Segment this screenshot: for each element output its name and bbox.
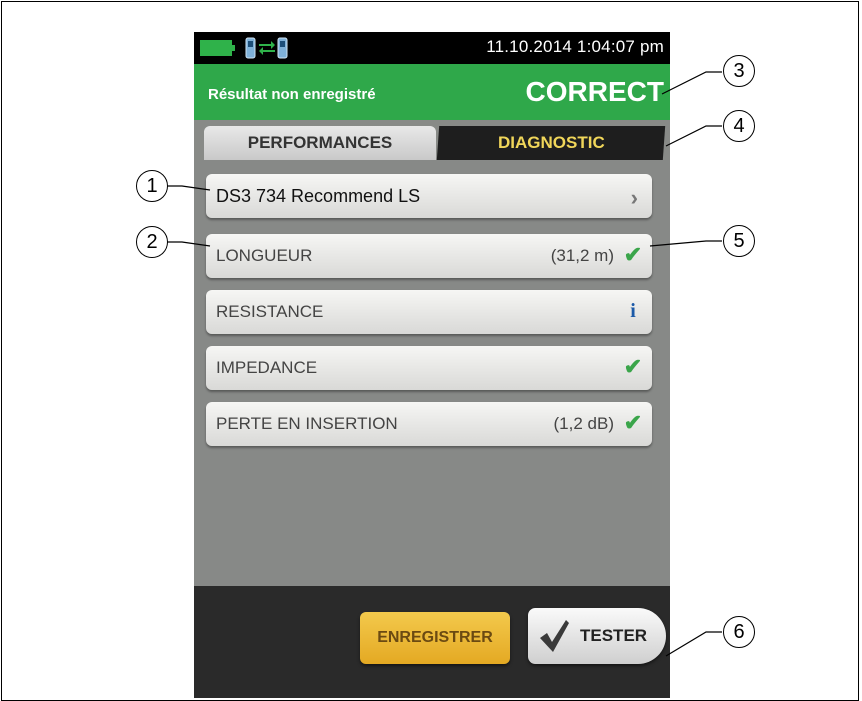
datetime: 11.10.2014 1:04:07 pm [486,37,664,56]
result-row-length[interactable]: LONGUEUR (31,2 m) ✔ [206,234,652,278]
result-row-insertion-loss[interactable]: PERTE EN INSERTION (1,2 dB) ✔ [206,402,652,446]
tab-diagnostic[interactable]: DIAGNOSTIC [436,126,666,160]
checkmark-icon [540,620,569,652]
battery-icon [200,40,232,56]
connection-icon [245,37,288,59]
result-header: Résultat non enregistré CORRECT [194,64,670,120]
tab-performances[interactable]: PERFORMANCES [204,126,436,160]
battery-tip [232,45,235,51]
pass-check-icon: ✔ [623,354,643,379]
test-limit-button[interactable]: DS3 734 Recommend LS › [206,174,652,218]
pass-check-icon: ✔ [623,410,643,435]
results-panel: DS3 734 Recommend LS › LONGUEUR (31,2 m)… [194,160,670,586]
test-button[interactable]: TESTER [528,608,666,664]
result-message: Résultat non enregistré [208,86,376,103]
callout-3: 3 [723,55,755,87]
result-label: LONGUEUR [216,246,313,265]
result-row-resistance[interactable]: RESISTANCE i [206,290,652,334]
tester-screen: 11.10.2014 1:04:07 pm Résultat non enreg… [194,32,670,698]
save-button[interactable]: ENREGISTRER [360,612,510,664]
info-icon: i [630,300,636,322]
result-label: IMPEDANCE [216,358,318,377]
test-limit-label: DS3 734 Recommend LS [216,186,421,206]
result-label: PERTE EN INSERTION [216,414,398,433]
overall-result-status: CORRECT [525,76,664,107]
result-value: (1,2 dB) [553,414,614,433]
pass-check-icon: ✔ [623,242,643,267]
callout-2: 2 [136,226,168,258]
chevron-right-icon: › [630,185,638,210]
status-bar: 11.10.2014 1:04:07 pm [194,32,670,64]
result-row-impedance[interactable]: IMPEDANCE ✔ [206,346,652,390]
bottom-action-bar: ENREGISTRER TESTER [194,586,670,698]
callout-6: 6 [723,616,755,648]
callout-1: 1 [136,170,168,202]
result-value: (31,2 m) [550,246,614,265]
tab-diagnostic-label: DIAGNOSTIC [497,133,605,152]
result-label: RESISTANCE [216,302,324,321]
callout-4: 4 [723,110,755,142]
test-button-label: TESTER [580,626,648,645]
callout-5: 5 [723,225,755,257]
result-tabs: PERFORMANCES DIAGNOSTIC [194,126,670,160]
